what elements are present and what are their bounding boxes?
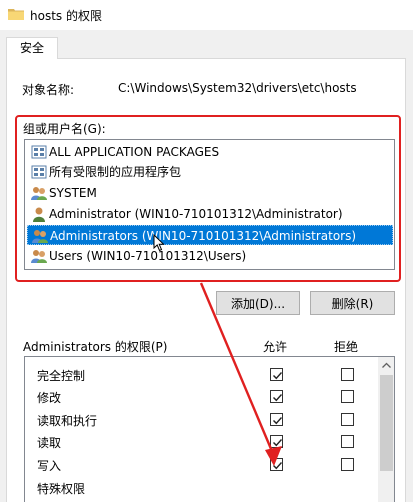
deny-column-header: 拒绝: [334, 340, 359, 354]
permissions-list: 完全控制 修改 读取和执行 读取 写入 特殊权限: [24, 356, 395, 502]
deny-checkbox[interactable]: [341, 413, 354, 426]
allow-checkbox[interactable]: [270, 435, 283, 448]
check-icon: [273, 439, 283, 447]
list-item[interactable]: 所有受限制的应用程序包: [27, 162, 393, 182]
list-item-label: Users (WIN10-710101312\Users): [49, 249, 247, 263]
allow-checkbox[interactable]: [270, 368, 283, 381]
permission-row: 读取和执行: [25, 408, 375, 431]
group-user-list[interactable]: ALL APPLICATION PACKAGES 所有受限制的应用程序包 SYS…: [24, 139, 395, 270]
scroll-thumb[interactable]: [380, 375, 393, 471]
group-user-label: 组或用户名(G):: [23, 122, 106, 136]
check-icon: [273, 372, 283, 380]
permissions-title: Administrators 的权限(P): [23, 340, 168, 354]
allow-checkbox[interactable]: [270, 390, 283, 403]
deny-checkbox[interactable]: [341, 390, 354, 403]
permissions-scrollbar[interactable]: [378, 357, 395, 502]
deny-checkbox[interactable]: [341, 458, 354, 471]
user-icon: [33, 207, 45, 222]
list-item[interactable]: SYSTEM: [27, 183, 393, 203]
check-icon: [273, 462, 283, 470]
deny-checkbox[interactable]: [341, 368, 354, 381]
add-button[interactable]: 添加(D)...: [216, 291, 300, 315]
tab-security[interactable]: 安全: [6, 37, 58, 59]
permission-name: 特殊权限: [37, 482, 86, 496]
scroll-up-arrow-icon[interactable]: [378, 357, 395, 374]
list-item[interactable]: Administrator (WIN10-710101312\Administr…: [27, 204, 393, 224]
allow-checkbox[interactable]: [270, 413, 283, 426]
folder-icon: [8, 9, 24, 20]
list-item[interactable]: ALL APPLICATION PACKAGES: [27, 142, 393, 162]
list-item-label: SYSTEM: [49, 186, 97, 200]
deny-checkbox[interactable]: [341, 435, 354, 448]
permission-name: 修改: [37, 391, 62, 405]
permission-name: 读取: [37, 436, 62, 450]
permission-row: 修改: [25, 385, 375, 408]
app-packages-icon: [31, 145, 47, 159]
permission-name: 读取和执行: [37, 414, 98, 428]
users-group-icon: [31, 250, 47, 263]
permission-row: 写入: [25, 453, 375, 476]
check-icon: [273, 394, 283, 402]
users-group-icon: [32, 230, 48, 243]
app-packages-icon: [31, 165, 47, 179]
object-name-value: C:\Windows\System32\drivers\etc\hosts: [118, 81, 357, 95]
allow-column-header: 允许: [263, 340, 288, 354]
list-item-selected[interactable]: Administrators (WIN10-710101312\Administ…: [27, 225, 393, 245]
remove-button[interactable]: 删除(R): [310, 291, 395, 315]
users-group-icon: [31, 187, 47, 200]
allow-checkbox[interactable]: [270, 458, 283, 471]
list-item-label: ALL APPLICATION PACKAGES: [49, 145, 220, 159]
permission-row: 特殊权限: [25, 476, 375, 499]
list-item[interactable]: Users (WIN10-710101312\Users): [27, 246, 393, 266]
check-icon: [273, 417, 283, 425]
permission-name: 写入: [37, 459, 62, 473]
list-item-label: Administrator (WIN10-710101312\Administr…: [49, 207, 343, 221]
window-title: hosts 的权限: [30, 9, 102, 23]
permission-row: 完全控制: [25, 363, 375, 386]
list-item-label: Administrators (WIN10-710101312\Administ…: [50, 229, 357, 243]
list-item-label: 所有受限制的应用程序包: [49, 165, 182, 179]
permission-row: 读取: [25, 430, 375, 453]
title-bar: hosts 的权限: [0, 0, 413, 30]
object-name-label: 对象名称:: [22, 83, 75, 97]
permission-name: 完全控制: [37, 369, 86, 383]
